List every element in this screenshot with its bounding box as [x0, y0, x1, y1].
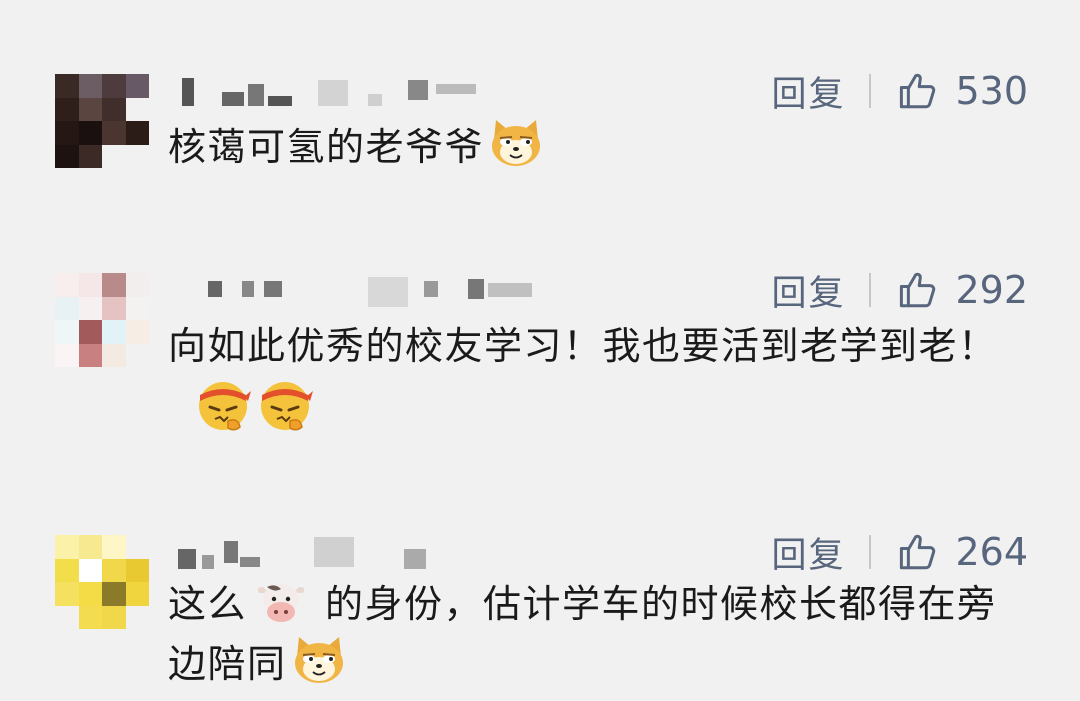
divider — [869, 273, 872, 307]
nickname-blurred[interactable] — [168, 74, 488, 108]
reply-button[interactable]: 回复 — [771, 66, 845, 117]
comment-text: 核蔼可氢的老爷爷 — [168, 116, 1028, 176]
like-count: 292 — [955, 268, 1028, 312]
reply-button[interactable]: 回复 — [771, 527, 845, 578]
doge-icon — [488, 116, 544, 168]
reply-button[interactable]: 回复 — [771, 265, 845, 316]
nickname-blurred[interactable] — [168, 273, 532, 307]
divider — [869, 535, 872, 569]
thumbs-up-icon[interactable] — [897, 70, 939, 112]
avatar[interactable] — [55, 535, 149, 629]
thumbs-up-icon[interactable] — [897, 531, 939, 573]
determined-face-icon — [194, 375, 252, 433]
comment-actions: 回复 292 — [771, 265, 1028, 316]
comment-actions: 回复 530 — [771, 66, 1028, 117]
like-count: 264 — [955, 530, 1028, 574]
avatar[interactable] — [55, 273, 149, 367]
comment-text: 这么 的身份，估计学车的时候校长都得在旁边陪同 — [168, 575, 998, 693]
avatar[interactable] — [55, 74, 149, 168]
cow-face-icon — [255, 579, 307, 625]
doge-icon — [291, 633, 347, 685]
comment-actions: 回复 264 — [771, 527, 1028, 578]
determined-face-icon — [256, 375, 314, 433]
comment-text: 向如此优秀的校友学习！我也要活到老学到老！ — [168, 317, 1013, 441]
comment-text-part: 向如此优秀的校友学习！我也要活到老学到老！ — [168, 324, 998, 368]
nickname-blurred[interactable] — [168, 535, 488, 569]
comment-text-part: 这么 — [168, 582, 248, 626]
comment-text-part: 核蔼可氢的老爷爷 — [168, 125, 485, 169]
like-count: 530 — [955, 69, 1028, 113]
divider — [869, 74, 872, 108]
thumbs-up-icon[interactable] — [897, 269, 939, 311]
